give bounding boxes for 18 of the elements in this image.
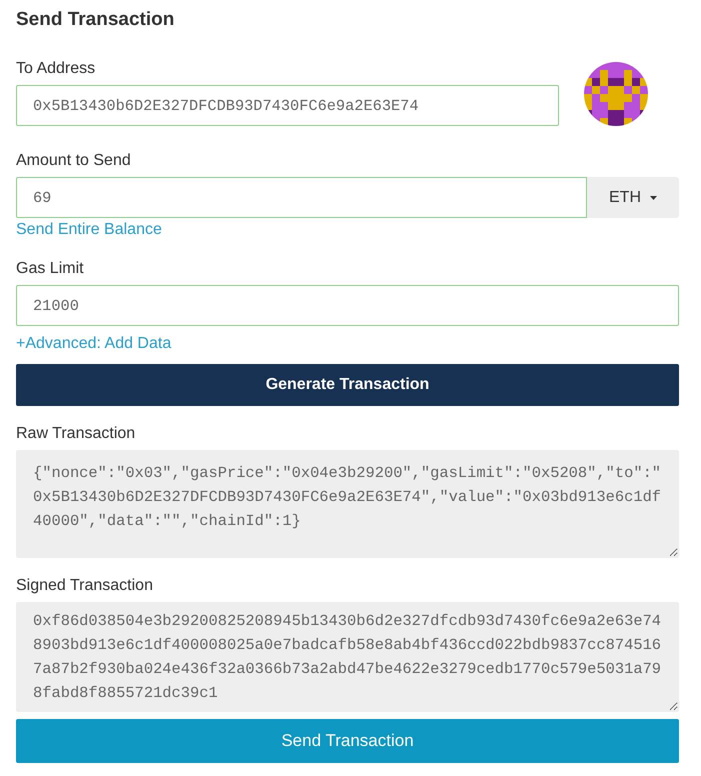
address-input[interactable]: 0x5B13430b6D2E327DFCDB93D7430FC6e9a2E63E74 <box>16 85 559 126</box>
field-label: To Address <box>16 59 96 79</box>
advanced-data-link[interactable]: +Advanced: Add Data <box>16 333 172 355</box>
send-entire-balance-link[interactable]: Send Entire Balance <box>16 219 162 241</box>
field-label: Amount to Send <box>16 151 131 171</box>
caret-icon <box>650 196 657 200</box>
identicon-icon <box>584 62 648 126</box>
field-label: Raw Transaction <box>16 424 136 444</box>
field-label: Signed Transaction <box>16 576 153 596</box>
send-transaction-button[interactable]: Send Transaction <box>16 719 679 763</box>
page-title: Send Transaction <box>16 8 174 32</box>
raw-transaction-textarea[interactable]: {"nonce":"0x03","gasPrice":"0x04e3b29200","gasLimit":"0x5208","to":"0x5B13430b6D2E327DFCDB93D7430FC6e9a2E63E74","value":"0x03bd913e6c1df40000","data":"","chainId":1} <box>16 450 679 558</box>
currency-dropdown[interactable]: ETH <box>587 177 679 218</box>
signed-transaction-textarea[interactable]: 0xf86d038504e3b29200825208945b13430b6d2e327dfcdb93d7430fc6e9a2e63e748903bd913e6c1df400008025a0e7badcafb58e8ab4bf436ccd022bdb9837cc8745167a87b2f930ba024e436f32a0366b73a2abd47be4622e3279cedb1770c579e5031a798fabd8f8855721dc39c1 <box>16 602 679 712</box>
field-label: Gas Limit <box>16 259 84 279</box>
generate-transaction-button[interactable]: Generate Transaction <box>16 364 679 406</box>
amount-input[interactable]: 69 <box>16 177 587 218</box>
gas-limit-input[interactable]: 21000 <box>16 285 679 326</box>
